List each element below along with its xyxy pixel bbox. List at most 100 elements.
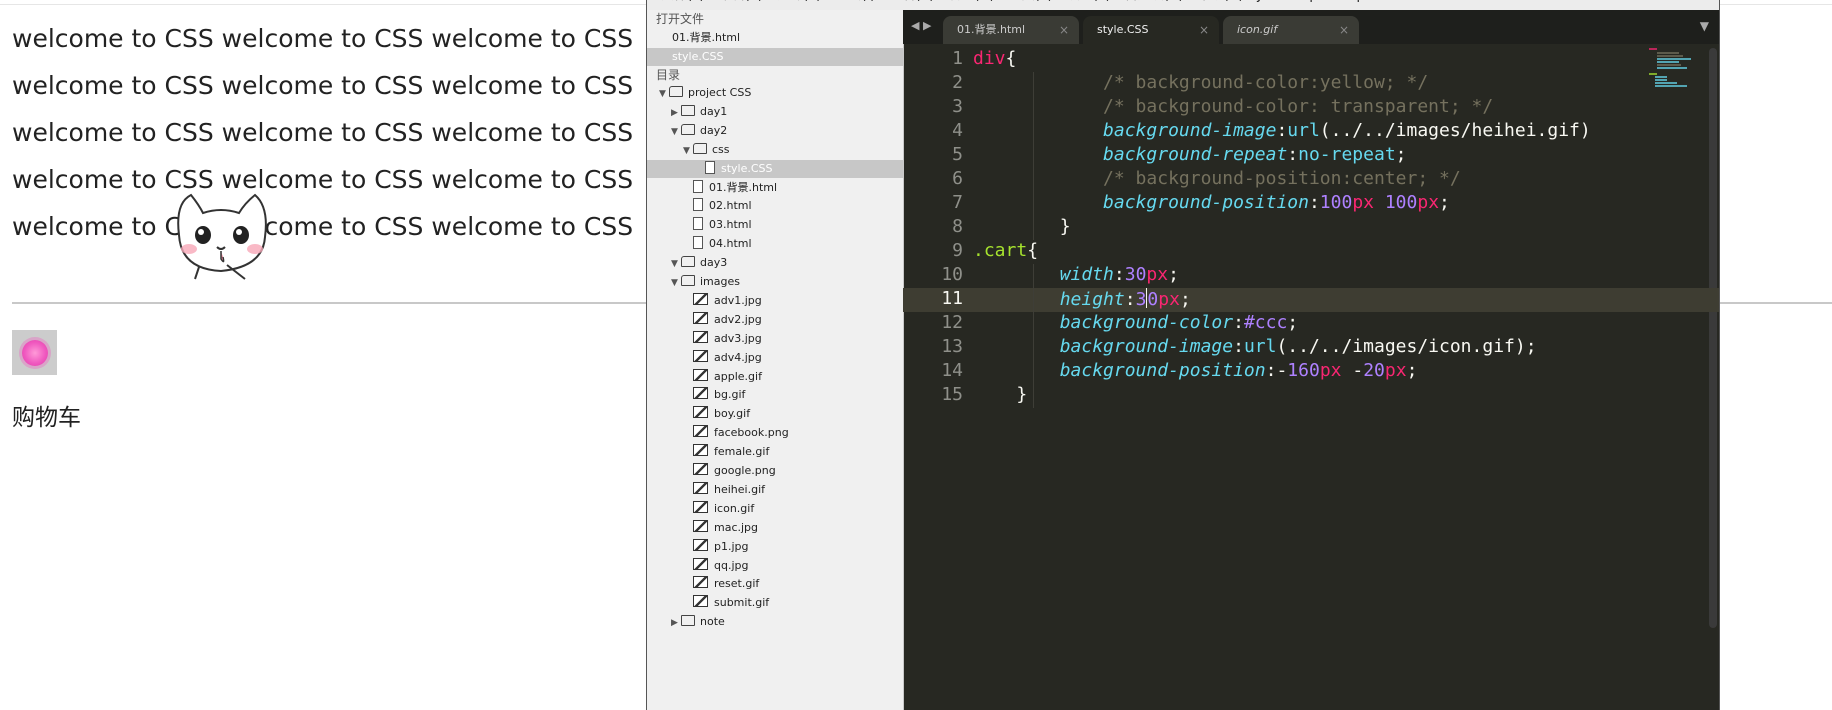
tab-01-html[interactable]: 01.背景.html × [943, 16, 1079, 44]
open-file-item[interactable]: 01.背景.html [647, 29, 903, 47]
code-line[interactable]: width:30px; [973, 264, 1179, 285]
image-file-icon [693, 349, 708, 362]
tree-label: css [712, 142, 730, 156]
expand-arrow-icon[interactable]: ▼ [659, 85, 669, 103]
close-icon[interactable]: × [1339, 16, 1349, 44]
scrollbar[interactable] [1709, 48, 1717, 628]
code-line[interactable]: background-image:url(../../images/icon.g… [973, 336, 1537, 357]
tree-label: p1.jpg [714, 539, 749, 553]
tree-folder[interactable]: ▶ day1 [647, 103, 903, 121]
tree-file[interactable]: p1.jpg [647, 538, 903, 556]
code-token: ; [1179, 289, 1191, 310]
tree-file[interactable]: apple.gif [647, 368, 903, 386]
code-token: (../../images/icon.gif); [1276, 336, 1537, 357]
tree-folder[interactable]: ▼ css [647, 141, 903, 159]
code-line[interactable]: /* background-position:center; */ [973, 168, 1461, 189]
tree-file[interactable]: qq.jpg [647, 557, 903, 575]
code-token: background-color [1059, 312, 1234, 333]
tree-file[interactable]: facebook.png [647, 424, 903, 442]
tree-label: adv2.jpg [714, 312, 762, 326]
tree-file[interactable]: style.CSS [647, 159, 903, 178]
tree-file[interactable]: mac.jpg [647, 519, 903, 537]
tree-folder[interactable]: ▼ images [647, 273, 903, 291]
tree-file[interactable]: google.png [647, 462, 903, 480]
open-file-item-active[interactable]: style.CSS [647, 48, 903, 66]
code-token: 0 [1147, 289, 1159, 310]
code-token: px [1417, 192, 1440, 213]
tree-file[interactable]: 02.html [647, 197, 903, 215]
tree-label: images [700, 275, 740, 288]
tab-label: icon.gif [1237, 23, 1278, 36]
tab-icon-gif[interactable]: icon.gif × [1223, 16, 1359, 44]
tree-file[interactable]: adv2.jpg [647, 311, 903, 329]
expand-arrow-icon[interactable]: ▼ [671, 123, 681, 141]
code-line[interactable]: background-position:-160px -20px; [973, 360, 1418, 381]
minimap[interactable] [1649, 48, 1701, 88]
close-icon[interactable]: × [1059, 16, 1069, 44]
collapse-arrow-icon[interactable]: ▶ [671, 104, 681, 122]
tree-file[interactable]: bg.gif [647, 386, 903, 404]
code-token: } [1059, 216, 1071, 237]
code-line[interactable]: background-color:#ccc; [973, 312, 1298, 333]
code-line[interactable]: div{ [973, 48, 1016, 69]
welcome-text-3: welcome to CSS welcome to CSS welcome to… [12, 118, 634, 147]
code-area[interactable]: 1 2 3 4 5 6 7 8 9 10 11 12 13 14 15 div{ /* background-… [903, 44, 1719, 710]
code-line[interactable]: } [973, 216, 1071, 237]
line-number: 4 [952, 120, 963, 141]
code-token: 3 [1135, 289, 1147, 310]
file-icon [705, 160, 715, 174]
tree-folder[interactable]: ▼ project CSS [647, 84, 903, 102]
expand-arrow-icon[interactable]: ▼ [671, 255, 681, 273]
code-line[interactable]: background-repeat:no-repeat; [973, 144, 1407, 165]
tree-file[interactable]: 03.html [647, 216, 903, 234]
tree-file[interactable]: submit.gif [647, 594, 903, 612]
code-token: : [1308, 192, 1320, 213]
image-file-icon [693, 500, 708, 513]
tree-folder[interactable]: ▼ day3 [647, 254, 903, 272]
expand-arrow-icon[interactable]: ▼ [683, 142, 693, 160]
line-number: 2 [952, 72, 963, 93]
close-icon[interactable]: × [1199, 16, 1209, 44]
code-token: ; [1287, 312, 1299, 333]
code-line[interactable]: height:30px; [973, 288, 1191, 310]
code-line[interactable]: } [973, 384, 1027, 405]
collapse-arrow-icon[interactable]: ▶ [671, 614, 681, 632]
code-token: ; [1395, 144, 1407, 165]
tree-file[interactable]: reset.gif [647, 575, 903, 593]
tree-file[interactable]: 01.背景.html [647, 179, 903, 197]
code-token: .cart [973, 240, 1028, 261]
folder-open-icon [681, 275, 695, 286]
code-token: px [1146, 264, 1169, 285]
image-file-icon [693, 425, 708, 438]
tree-file[interactable]: female.gif [647, 443, 903, 461]
tree-label: facebook.png [714, 426, 789, 440]
code-token: { [1005, 48, 1017, 69]
code-line[interactable]: /* background-color:yellow; */ [973, 72, 1428, 93]
tree-folder[interactable]: ▼ day2 [647, 122, 903, 140]
code-line[interactable]: background-position:100px 100px; [973, 192, 1450, 213]
tree-label: 04.html [709, 237, 752, 251]
tree-file[interactable]: adv3.jpg [647, 330, 903, 348]
code-line[interactable]: .cart{ [973, 240, 1038, 261]
tree-file[interactable]: icon.gif [647, 500, 903, 518]
tree-folder[interactable]: ▶ note [647, 613, 903, 631]
tab-dropdown-icon[interactable]: ▼ [1700, 19, 1709, 33]
tree-label: day2 [700, 123, 728, 137]
tree-label: 02.html [709, 199, 752, 213]
tree-file[interactable]: heihei.gif [647, 481, 903, 499]
tree-file[interactable]: boy.gif [647, 405, 903, 423]
tree-file[interactable]: adv1.jpg [647, 292, 903, 310]
tab-style-css[interactable]: style.CSS × [1083, 16, 1219, 44]
code-token: 100 [1319, 192, 1353, 213]
tree-file[interactable]: 04.html [647, 235, 903, 253]
tree-file[interactable]: adv4.jpg [647, 349, 903, 367]
code-line[interactable]: background-image:url(../../images/heihei… [973, 120, 1591, 141]
code-line[interactable]: /* background-color: transparent; */ [973, 96, 1493, 117]
expand-arrow-icon[interactable]: ▼ [671, 274, 681, 292]
tab-nav-arrows[interactable]: ◀ ▶ [911, 19, 931, 32]
